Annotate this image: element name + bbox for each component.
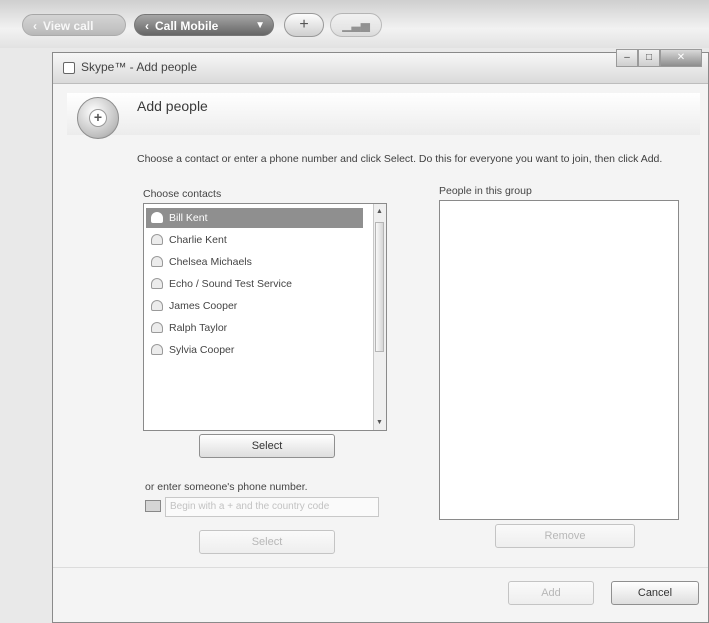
skype-window-icon: [63, 62, 75, 74]
contact-icon: [151, 212, 163, 223]
window-controls: – □ ✕: [616, 49, 704, 71]
back-arrow-icon: ‹: [145, 19, 149, 33]
view-call-button[interactable]: ‹ View call: [22, 14, 126, 36]
divider: [53, 567, 708, 568]
contact-icon: [151, 234, 163, 245]
window-title: Skype™ - Add people: [81, 60, 198, 74]
list-item[interactable]: Charlie Kent: [146, 230, 363, 250]
dialog-titlebar: Skype™ - Add people – □ ✕: [53, 49, 708, 84]
contact-name: Chelsea Michaels: [169, 256, 252, 268]
remove-button[interactable]: Remove: [495, 524, 635, 548]
list-item[interactable]: Ralph Taylor: [146, 318, 363, 338]
add-button[interactable]: +: [284, 13, 324, 37]
contact-icon: [151, 344, 163, 355]
people-in-group-label: People in this group: [439, 185, 532, 197]
cancel-button[interactable]: Cancel: [611, 581, 699, 605]
contact-name: Bill Kent: [169, 212, 208, 224]
contact-name: Sylvia Cooper: [169, 344, 235, 356]
list-item[interactable]: Bill Kent: [146, 208, 363, 228]
maximize-button[interactable]: □: [638, 49, 660, 67]
add-people-dialog: Skype™ - Add people – □ ✕ + Add people C…: [52, 49, 709, 623]
list-item[interactable]: Echo / Sound Test Service: [146, 274, 363, 294]
list-item[interactable]: Sylvia Cooper: [146, 340, 363, 360]
contacts-scrollbar[interactable]: ▲ ▼: [373, 204, 386, 430]
top-toolbar: ‹ View call ‹ Call Mobile ▼ + ▁▃▅: [0, 0, 709, 48]
scrollbar-thumb[interactable]: [375, 222, 384, 352]
list-item[interactable]: James Cooper: [146, 296, 363, 316]
contact-icon: [151, 256, 163, 267]
scroll-up-icon[interactable]: ▲: [376, 208, 383, 215]
contact-name: Charlie Kent: [169, 234, 227, 246]
plus-icon: +: [89, 109, 107, 127]
plus-icon: +: [299, 16, 309, 33]
close-button[interactable]: ✕: [660, 49, 702, 67]
contact-name: James Cooper: [169, 300, 238, 312]
phone-number-label: or enter someone's phone number.: [145, 481, 308, 493]
add-button[interactable]: Add: [508, 581, 594, 605]
contact-name: Echo / Sound Test Service: [169, 278, 292, 290]
page-title: Add people: [137, 98, 208, 114]
phone-number-input[interactable]: Begin with a + and the country code: [165, 497, 379, 517]
scroll-down-icon[interactable]: ▼: [376, 419, 383, 426]
add-people-icon: +: [77, 97, 119, 139]
list-item[interactable]: Chelsea Michaels: [146, 252, 363, 272]
chevron-down-icon[interactable]: ▼: [255, 15, 265, 35]
bar-chart-icon[interactable]: ▁▃▅: [330, 13, 382, 37]
instructions-text: Choose a contact or enter a phone number…: [137, 153, 663, 165]
group-members-list[interactable]: [439, 200, 679, 520]
country-flag-icon[interactable]: [145, 500, 161, 512]
call-mobile-button[interactable]: ‹ Call Mobile ▼: [134, 14, 274, 36]
call-mobile-label: Call Mobile: [155, 19, 219, 33]
select-phone-button[interactable]: Select: [199, 530, 335, 554]
contact-icon: [151, 322, 163, 333]
contact-icon: [151, 300, 163, 311]
phone-entry-row: Begin with a + and the country code: [145, 497, 389, 517]
back-arrow-icon: ‹: [33, 19, 37, 33]
select-contact-button[interactable]: Select: [199, 434, 335, 458]
contacts-list[interactable]: Bill Kent Charlie Kent Chelsea Michaels …: [143, 203, 387, 431]
contact-icon: [151, 278, 163, 289]
view-call-label: View call: [43, 19, 94, 33]
contact-name: Ralph Taylor: [169, 322, 228, 334]
choose-contacts-label: Choose contacts: [143, 188, 222, 200]
minimize-button[interactable]: –: [616, 49, 638, 67]
